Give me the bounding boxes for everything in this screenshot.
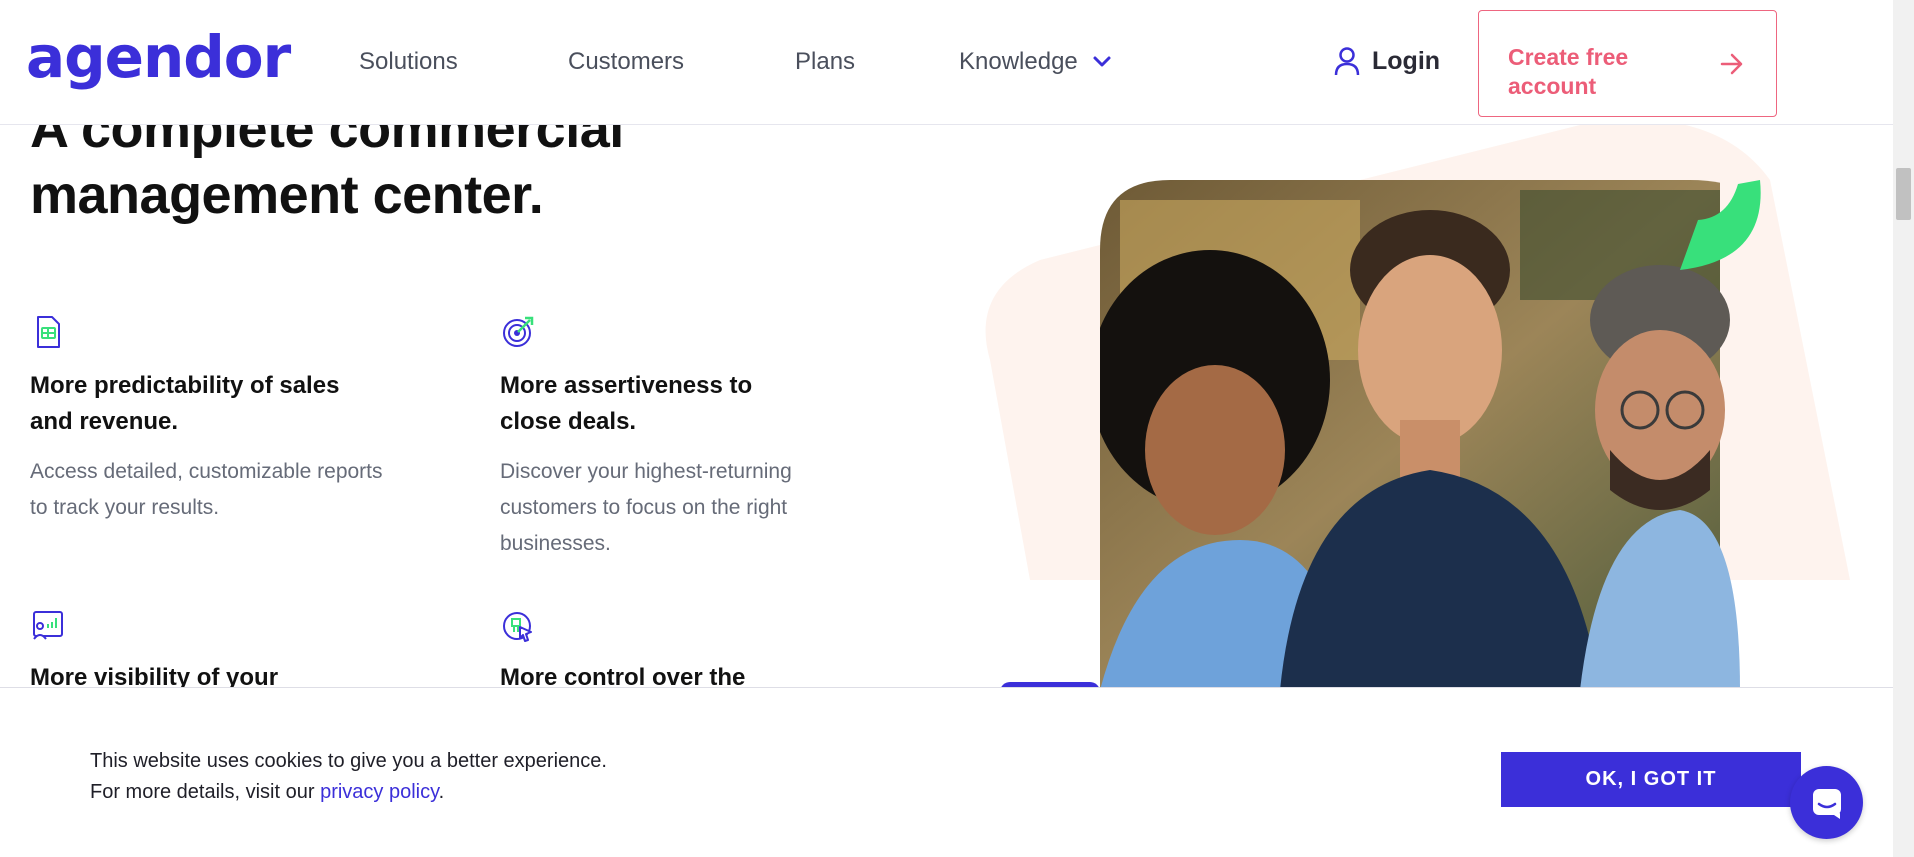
accept-cookies-button[interactable]: OK, I GOT IT: [1501, 752, 1801, 807]
privacy-policy-link[interactable]: privacy policy: [320, 781, 439, 803]
nav-customers[interactable]: Customers: [568, 48, 684, 76]
click-control-icon: [503, 612, 532, 642]
feature-description: Access detailed, customizable reports to…: [30, 460, 383, 519]
cookie-message: This website uses cookies to give you a …: [90, 750, 607, 772]
nav-solutions[interactable]: Solutions: [359, 48, 458, 76]
report-document-icon: [37, 316, 60, 348]
cookie-banner: This website uses cookies to give you a …: [0, 687, 1893, 857]
nav-knowledge-label: Knowledge: [959, 48, 1078, 75]
nav-knowledge[interactable]: Knowledge: [959, 48, 1112, 76]
target-icon: [503, 316, 534, 347]
logo[interactable]: agendor: [26, 28, 291, 86]
create-account-label: Create free account: [1508, 44, 1629, 99]
cookie-details: For more details, visit our privacy poli…: [90, 781, 445, 803]
chevron-down-icon: [1092, 55, 1112, 69]
feature-description: Discover your highest-returning customer…: [500, 460, 792, 555]
scrollbar-thumb[interactable]: [1896, 168, 1911, 220]
user-icon: [1334, 47, 1360, 76]
feature-title: More predictability of sales and revenue…: [30, 372, 340, 435]
hero-photo: [985, 120, 1850, 690]
arrow-right-icon: [1720, 53, 1743, 75]
chat-bubble-icon: [1812, 788, 1841, 819]
dashboard-user-icon: [33, 611, 63, 640]
site-header: agendor Solutions Customers Plans Knowle…: [0, 0, 1893, 125]
chat-button[interactable]: [1790, 766, 1863, 839]
login-label: Login: [1372, 46, 1441, 75]
create-account-button[interactable]: Create free account: [1478, 10, 1777, 117]
feature-title: More assertiveness to close deals.: [500, 372, 753, 435]
login-link[interactable]: Login: [1334, 46, 1440, 76]
page-scrollbar[interactable]: [1893, 0, 1914, 857]
nav-plans[interactable]: Plans: [795, 48, 855, 76]
